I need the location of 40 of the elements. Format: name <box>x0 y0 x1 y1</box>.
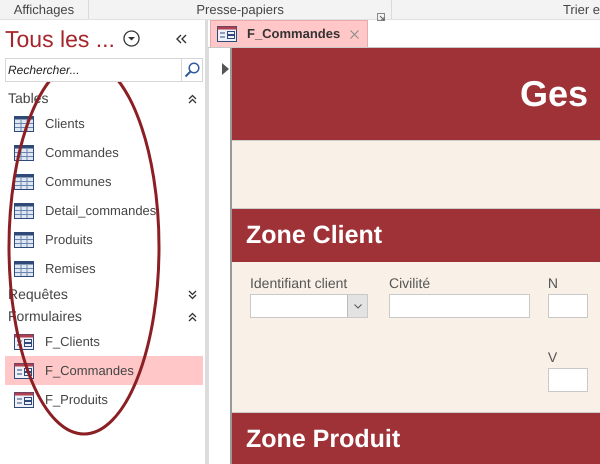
table-icon <box>14 232 34 248</box>
text-field[interactable] <box>388 294 530 318</box>
record-selector-icon[interactable] <box>222 62 229 75</box>
nav-item[interactable]: Communes <box>5 167 203 196</box>
nav-item[interactable]: Detail_commandes <box>5 196 203 225</box>
form-title: Ges <box>520 72 588 116</box>
field-label: V <box>548 348 558 366</box>
section-title: Zone Produit <box>246 424 400 455</box>
collapse-group-icon[interactable] <box>188 312 197 322</box>
collapse-pane-icon[interactable] <box>175 34 187 44</box>
nav-item[interactable]: Produits <box>5 225 203 254</box>
nav-item[interactable]: Clients <box>5 109 203 138</box>
ribbon-group-label: Presse-papiers <box>196 0 284 19</box>
nav-item[interactable]: F_Clients <box>5 327 203 356</box>
nav-item[interactable]: Commandes <box>5 138 203 167</box>
dropdown-circle-icon[interactable] <box>122 30 140 48</box>
document-tab[interactable]: F_Commandes <box>210 20 368 47</box>
table-icon <box>14 202 34 218</box>
ribbon-group-label: Affichages <box>14 0 74 19</box>
nav-item[interactable]: F_Produits <box>5 385 203 414</box>
text-field[interactable] <box>548 368 588 392</box>
ribbon-group-label: Trier e <box>562 0 600 19</box>
field-label: Identifiant client <box>250 274 348 292</box>
field-label: Civilité <box>388 274 432 292</box>
caret-icon[interactable] <box>354 304 362 308</box>
collapse-group-icon[interactable] <box>188 94 197 104</box>
dialog-launcher-icon[interactable] <box>377 12 386 21</box>
field-label: N <box>548 274 560 292</box>
table-icon <box>14 174 34 190</box>
pane-title[interactable]: Tous les ... <box>5 28 115 50</box>
search-field[interactable]: Rechercher... <box>5 58 181 82</box>
nav-item[interactable]: F_Commandes <box>5 356 203 385</box>
expand-group-icon[interactable] <box>188 290 197 300</box>
text-field[interactable] <box>548 294 588 318</box>
section-title: Zone Client <box>246 220 382 251</box>
nav-item[interactable]: Remises <box>5 254 203 283</box>
form-icon <box>217 26 237 42</box>
form-icon <box>14 392 34 408</box>
search-icon[interactable] <box>184 62 200 78</box>
table-icon <box>14 260 34 276</box>
